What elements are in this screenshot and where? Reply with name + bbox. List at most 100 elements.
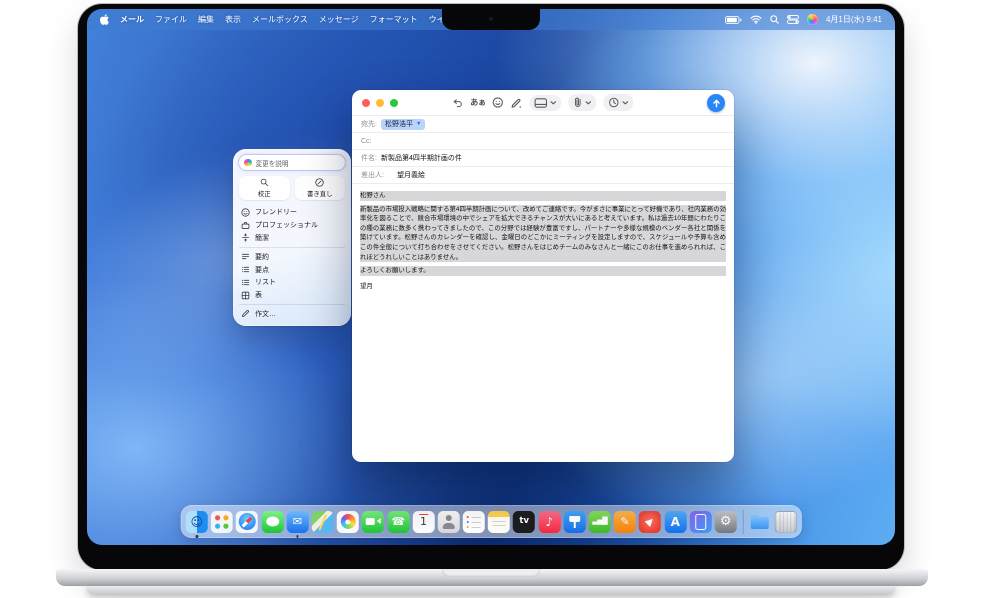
rewrite-icon bbox=[315, 178, 324, 187]
describe-change-input[interactable]: 変更を説明 bbox=[239, 155, 345, 170]
writing-tools-popup: 変更を説明 校正書き直し フレンドリープロフェッショナル簡潔要約要点リスト表作文… bbox=[233, 149, 351, 326]
subject-field[interactable]: 件名: 新製品第4四半期計画の件 bbox=[352, 149, 734, 166]
glyph: ▶ bbox=[644, 515, 657, 528]
dock-keynote-icon[interactable] bbox=[564, 511, 586, 533]
option-label: 表 bbox=[255, 290, 262, 300]
glyph: A bbox=[671, 516, 680, 528]
dock-music-icon[interactable]: ♪ bbox=[538, 511, 560, 533]
writing-tools-option-keypoints[interactable]: 要点 bbox=[239, 263, 345, 276]
selected-closing: よろしくお願いします。 bbox=[360, 266, 726, 276]
menubar-item-message[interactable]: メッセージ bbox=[319, 14, 359, 25]
dock-phone-icon[interactable]: ☎ bbox=[387, 511, 409, 533]
dock-messages-icon[interactable] bbox=[261, 511, 283, 533]
macbook-lid-notch bbox=[442, 569, 540, 577]
menu-divider bbox=[239, 247, 345, 248]
control-center-icon[interactable] bbox=[787, 15, 799, 24]
writing-tools-option-list[interactable]: リスト bbox=[239, 276, 345, 289]
siri-icon[interactable] bbox=[807, 14, 818, 25]
menu-divider bbox=[239, 304, 345, 305]
glyph: ♪ bbox=[546, 516, 554, 528]
glyph: ✎ bbox=[620, 516, 629, 527]
dock-calendar-icon[interactable]: 1 bbox=[412, 511, 434, 533]
from-value: 望月義絵 bbox=[397, 170, 425, 180]
to-label: 宛先: bbox=[361, 119, 377, 129]
apple-menu-icon[interactable] bbox=[100, 14, 109, 25]
writing-tools-magnifier-button[interactable]: 校正 bbox=[239, 176, 290, 200]
camera-dot bbox=[489, 17, 493, 21]
dock-iphone-mirroring-icon[interactable] bbox=[690, 511, 712, 533]
dock-tv-icon[interactable]: tv bbox=[513, 511, 535, 533]
menu-bar-clock[interactable]: 4月1日(水) 9:41 bbox=[826, 14, 882, 25]
cc-field[interactable]: Cc: bbox=[352, 132, 734, 149]
writing-tools-option-briefcase[interactable]: プロフェッショナル bbox=[239, 219, 345, 232]
attach-file-button[interactable] bbox=[569, 94, 597, 111]
signature: 望月 bbox=[360, 282, 726, 292]
writing-tools-option-summary[interactable]: 要約 bbox=[239, 250, 345, 263]
macbook-screen: メールファイル編集表示メールボックスメッセージフォーマットウインドウヘルプ 4月… bbox=[78, 4, 904, 570]
writing-tools-option-smiley[interactable]: フレンドリー bbox=[239, 206, 345, 219]
send-button[interactable] bbox=[707, 94, 725, 112]
menubar-item-mail[interactable]: メール bbox=[120, 14, 144, 25]
undo-button[interactable] bbox=[452, 98, 463, 108]
dock-safari-icon[interactable] bbox=[236, 511, 258, 533]
dock-trash-icon[interactable] bbox=[774, 511, 796, 533]
option-label: プロフェッショナル bbox=[255, 220, 318, 230]
dock-downloads-icon[interactable] bbox=[749, 511, 771, 533]
option-label: フレンドリー bbox=[255, 207, 297, 217]
dock-maps-icon[interactable] bbox=[312, 511, 334, 533]
option-label: 簡潔 bbox=[255, 233, 269, 243]
recipient-token[interactable]: 松野浩平 ▼ bbox=[381, 119, 425, 130]
writing-tools-option-compose[interactable]: 作文… bbox=[239, 308, 345, 321]
describe-change-placeholder: 変更を説明 bbox=[256, 158, 289, 168]
from-label: 差出人: bbox=[361, 170, 384, 180]
dock-photos-icon[interactable] bbox=[337, 511, 359, 533]
selected-greeting: 松野さん bbox=[360, 191, 726, 201]
smiley-icon bbox=[241, 208, 250, 217]
writing-tools-option-concise[interactable]: 簡潔 bbox=[239, 232, 345, 245]
compose-icon bbox=[241, 309, 250, 318]
close-button[interactable] bbox=[362, 99, 370, 107]
dock-rocket-icon[interactable]: ▶ bbox=[639, 511, 661, 533]
from-field[interactable]: 差出人: 望月義絵 bbox=[352, 166, 734, 183]
minimize-button[interactable] bbox=[376, 99, 384, 107]
writing-tools-option-table[interactable]: 表 bbox=[239, 289, 345, 302]
format-button[interactable]: あぁ bbox=[470, 97, 485, 108]
menubar-item-file[interactable]: ファイル bbox=[155, 14, 187, 25]
zoom-button[interactable] bbox=[390, 99, 398, 107]
dock-notes-icon[interactable] bbox=[488, 511, 510, 533]
dock-pages-icon[interactable]: ✎ bbox=[614, 511, 636, 533]
writing-tools-button[interactable] bbox=[511, 97, 523, 109]
dock-finder-icon[interactable]: ☺ bbox=[186, 511, 208, 533]
dock-facetime-icon[interactable] bbox=[362, 511, 384, 533]
spotlight-search-icon[interactable] bbox=[770, 15, 779, 24]
running-indicator bbox=[195, 535, 198, 538]
dock-divider bbox=[742, 510, 743, 534]
wifi-icon[interactable] bbox=[750, 15, 762, 24]
glyph: ☺ bbox=[190, 516, 203, 528]
menubar-item-format[interactable]: フォーマット bbox=[370, 14, 418, 25]
glyph: ⚙ bbox=[720, 515, 732, 528]
dock: ☺ ✉ ☎ 1 tv ♪ ▃▅█ ✎ ▶ A ⚙ bbox=[181, 505, 802, 538]
dock-appstore-icon[interactable]: A bbox=[664, 511, 686, 533]
selected-paragraph: 新製品の市場投入戦略に関する第4四半期計画について、改めてご連絡です。今がまさに… bbox=[360, 205, 726, 263]
battery-icon[interactable] bbox=[725, 16, 742, 24]
glyph: ☎ bbox=[391, 516, 405, 527]
running-indicator bbox=[296, 535, 299, 538]
to-field[interactable]: 宛先: 松野浩平 ▼ bbox=[352, 115, 734, 132]
dock-numbers-icon[interactable]: ▃▅█ bbox=[589, 511, 611, 533]
menubar-item-mailbox[interactable]: メールボックス bbox=[252, 14, 308, 25]
dock-contacts-icon[interactable] bbox=[438, 511, 460, 533]
dock-launchpad-icon[interactable] bbox=[211, 511, 233, 533]
keypoints-icon bbox=[241, 265, 250, 274]
emoji-button[interactable] bbox=[493, 97, 504, 108]
message-body[interactable]: 松野さん 新製品の市場投入戦略に関する第4四半期計画について、改めてご連絡です。… bbox=[352, 183, 734, 298]
menubar-item-view[interactable]: 表示 bbox=[225, 14, 241, 25]
writing-tools-rewrite-button[interactable]: 書き直し bbox=[295, 176, 346, 200]
menubar-item-edit[interactable]: 編集 bbox=[198, 14, 214, 25]
dock-settings-icon[interactable]: ⚙ bbox=[715, 511, 737, 533]
dock-reminders-icon[interactable] bbox=[463, 511, 485, 533]
header-fields-button[interactable] bbox=[530, 95, 562, 111]
dock-mail-icon[interactable]: ✉ bbox=[287, 511, 309, 533]
send-later-button[interactable] bbox=[604, 94, 634, 111]
window-titlebar[interactable]: あぁ bbox=[352, 90, 734, 115]
